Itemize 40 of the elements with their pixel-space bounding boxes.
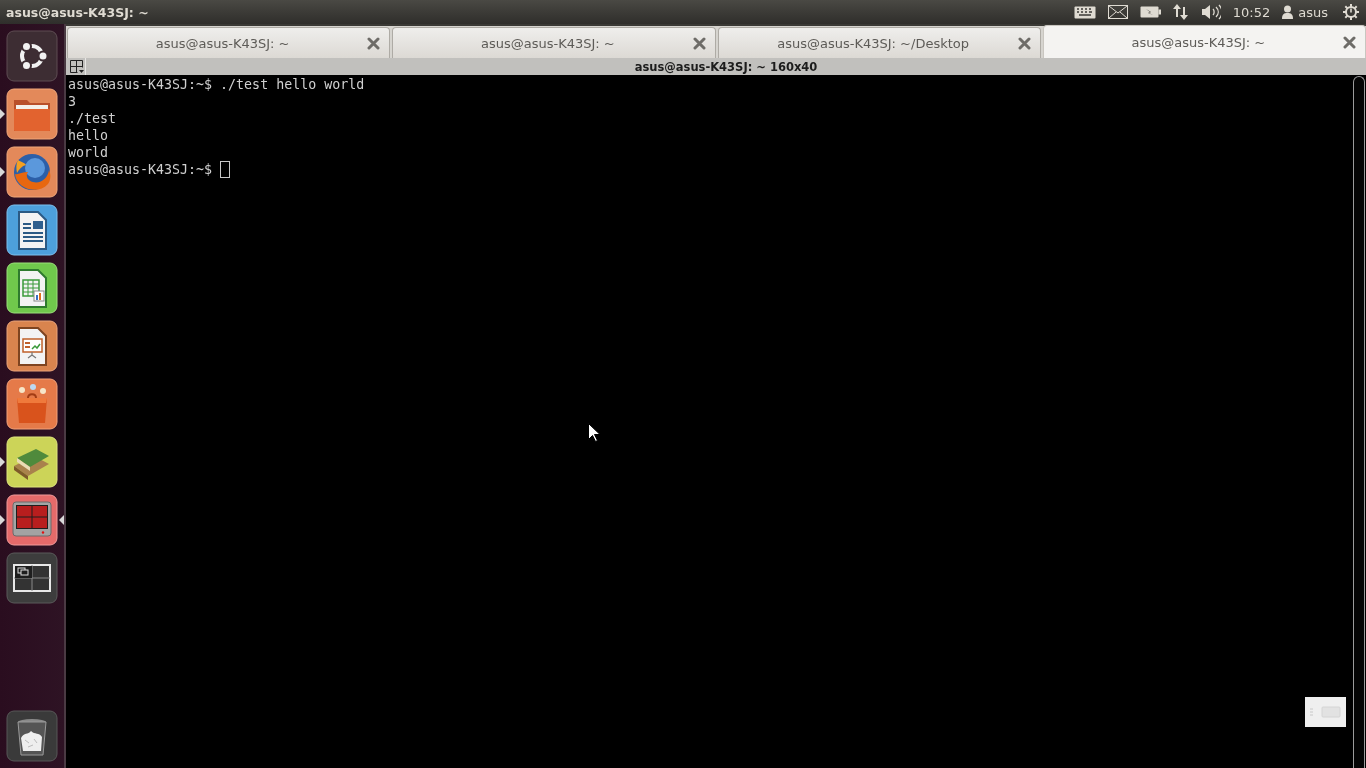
mouse-pointer-icon: [588, 423, 600, 442]
volume-icon[interactable]: [1200, 4, 1221, 20]
block-cursor-icon: [220, 161, 231, 178]
terminal-title: asus@asus-K43SJ: ~ 160x40: [633, 59, 819, 74]
presentation-icon[interactable]: [6, 320, 58, 372]
tab[interactable]: asus@asus-K43SJ: ~: [1042, 25, 1366, 58]
trash-icon[interactable]: [6, 710, 58, 762]
keyboard-icon[interactable]: [1073, 5, 1096, 19]
terminal-line: 3: [68, 93, 76, 110]
tab[interactable]: asus@asus-K43SJ: ~: [392, 27, 716, 58]
document-icon[interactable]: [6, 204, 58, 256]
user-icon[interactable]: [1282, 5, 1294, 19]
network-arrows-icon[interactable]: [1172, 3, 1189, 21]
terminal-line: ./test: [68, 110, 117, 127]
fox-globe-icon[interactable]: [6, 146, 58, 198]
power-gear-icon[interactable]: [1342, 3, 1360, 21]
window-title: asus@asus-K43SJ: ~: [6, 4, 149, 20]
close-icon[interactable]: [1343, 35, 1356, 49]
close-icon[interactable]: [367, 36, 381, 50]
spreadsheet-icon[interactable]: [6, 262, 58, 314]
shopping-bag-icon[interactable]: [6, 378, 58, 430]
close-icon[interactable]: [692, 36, 706, 50]
terminal-line: hello: [68, 127, 109, 144]
keyboard-tile-icon[interactable]: [1305, 697, 1346, 727]
books-icon[interactable]: [6, 436, 58, 488]
close-icon[interactable]: [1017, 36, 1031, 50]
terminal-line: asus@asus-K43SJ:~$ ./test hello world: [68, 76, 365, 93]
folder-icon[interactable]: [6, 88, 58, 140]
user-name[interactable]: asus: [1298, 4, 1328, 20]
circle-logo-icon[interactable]: [6, 30, 58, 82]
clock-text[interactable]: 10:52: [1232, 4, 1271, 20]
grid-icon[interactable]: [6, 552, 58, 604]
mail-icon[interactable]: [1107, 5, 1128, 19]
tab[interactable]: asus@asus-K43SJ: ~: [67, 27, 391, 58]
tab[interactable]: asus@asus-K43SJ: ~/Desktop: [717, 27, 1041, 58]
battery-icon[interactable]: [1139, 6, 1161, 18]
scrollbar[interactable]: [1353, 76, 1365, 768]
prompt-text: asus@asus-K43SJ:~$: [68, 161, 213, 178]
terminal-line: world: [68, 144, 109, 161]
monitor-icon[interactable]: [6, 494, 58, 546]
